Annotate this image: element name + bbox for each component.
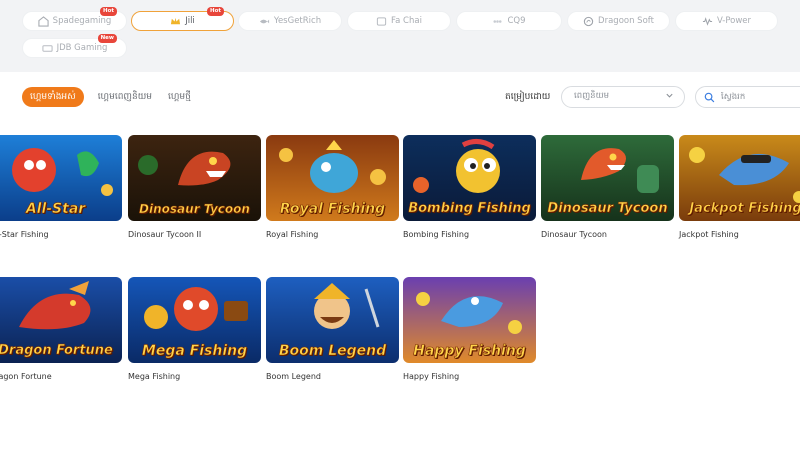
dragon-logo-icon [583,16,594,27]
game-card[interactable]: Mega Fishing Mega Fishing [128,277,261,381]
game-name: All-Star Fishing [0,230,49,239]
jdb-logo-icon [42,43,53,54]
spade-house-icon [38,15,49,27]
hot-badge: Hot [206,7,224,16]
provider-label: JDB Gaming [56,43,108,53]
tab-all-games[interactable]: ហ្គេមទាំងអស់ [22,87,84,107]
v-power-logo-icon [702,16,713,27]
game-name: Dinosaur Tycoon [541,230,607,239]
provider-label: CQ9 [507,16,526,26]
game-art-title: Dinosaur Tycoon [139,202,251,217]
game-card[interactable]: Dinosaur Tycoon Dinosaur Tycoon [541,135,674,239]
provider-spadegaming[interactable]: Spadegaming Hot [22,7,127,31]
provider-fa-chai[interactable]: Fa Chai [347,11,451,31]
game-art-title: Boom Legend [278,343,387,359]
game-art-title: Happy Fishing [413,343,526,359]
search-input[interactable] [721,92,800,102]
game-name: Jackpot Fishing [679,230,739,239]
cq9-logo-icon [492,16,503,27]
game-card[interactable]: Bombing Fishing Bombing Fishing [403,135,536,239]
game-name: Bombing Fishing [403,230,470,239]
category-tabs: ហ្គេមទាំងអស់ ហ្គេមពេញនិយម ហ្គេមថ្មី [22,87,193,107]
provider-label: V-Power [716,16,752,26]
game-card[interactable]: Royal Fishing Royal Fishing [266,135,399,239]
game-card[interactable]: All-Star All-Star Fishing [0,135,122,239]
game-card[interactable]: Jackpot Fishing Jackpot Fishing [679,135,800,239]
crown-icon [170,16,181,27]
game-thumbnail[interactable]: Mega Fishing [128,277,261,363]
search-icon [704,88,715,107]
game-thumbnail[interactable]: Boom Legend [266,277,399,363]
provider-v-power[interactable]: V-Power [675,11,778,31]
game-name: Dinosaur Tycoon II [128,230,202,239]
provider-label: Dragoon Soft [598,16,654,26]
game-art-title: Bombing Fishing [408,201,531,216]
sort-dropdown[interactable]: ពេញនិយម [561,86,685,108]
provider-dragoon-soft[interactable]: Dragoon Soft [567,11,670,31]
game-thumbnail[interactable]: All-Star [0,135,122,221]
provider-label: Jili [185,16,195,26]
game-art-title: All-Star [25,201,86,217]
game-thumbnail[interactable]: Happy Fishing [403,277,536,363]
tab-popular-games[interactable]: ហ្គេមពេញនិយម [96,87,154,107]
provider-yesgetrich[interactable]: YesGetRich [238,11,342,31]
game-art-title: Mega Fishing [141,343,248,359]
provider-cq9[interactable]: CQ9 [456,11,562,31]
sort-label: តម្រៀបដោយ [505,92,551,102]
game-thumbnail[interactable]: Dinosaur Tycoon [128,135,261,221]
new-badge: New [97,34,117,43]
game-card[interactable]: Dragon Fortune Dragon Fortune [0,277,122,381]
game-name: Boom Legend [266,372,321,381]
game-name: Happy Fishing [403,372,460,381]
game-name: Royal Fishing [266,230,319,239]
hot-badge: Hot [99,7,117,16]
game-thumbnail[interactable]: Royal Fishing [266,135,399,221]
game-card[interactable]: Happy Fishing Happy Fishing [403,277,536,381]
provider-label: Spadegaming [52,16,112,26]
game-thumbnail[interactable]: Bombing Fishing [403,135,536,221]
sort-selected-value: ពេញនិយម [574,91,610,101]
provider-jdb-gaming[interactable]: JDB Gaming New [22,34,127,58]
game-name: Dragon Fortune [0,372,52,381]
provider-label: Fa Chai [391,16,422,26]
fish-icon [259,16,270,27]
fa-chai-logo-icon [376,16,387,27]
chevron-down-icon [665,91,674,103]
game-thumbnail[interactable]: Dragon Fortune [0,277,122,363]
game-card[interactable]: Boom Legend Boom Legend [266,277,399,381]
tab-new-games[interactable]: ហ្គេមថ្មី [166,87,193,107]
game-thumbnail[interactable]: Dinosaur Tycoon [541,135,674,221]
games-page: Spadegaming Hot Jili Hot YesGetRich Fa C… [0,0,800,450]
game-art-title: Jackpot Fishing [689,201,800,216]
game-art-title: Dragon Fortune [0,343,113,358]
provider-jili[interactable]: Jili Hot [131,7,234,31]
game-thumbnail[interactable]: Jackpot Fishing [679,135,800,221]
provider-bar: Spadegaming Hot Jili Hot YesGetRich Fa C… [0,0,800,72]
game-name: Mega Fishing [128,372,181,381]
provider-label: YesGetRich [273,16,322,26]
game-card[interactable]: Dinosaur Tycoon Dinosaur Tycoon II [128,135,261,239]
search-box [695,86,800,108]
game-art-title: Dinosaur Tycoon [547,201,668,216]
game-art-title: Royal Fishing [279,201,386,217]
